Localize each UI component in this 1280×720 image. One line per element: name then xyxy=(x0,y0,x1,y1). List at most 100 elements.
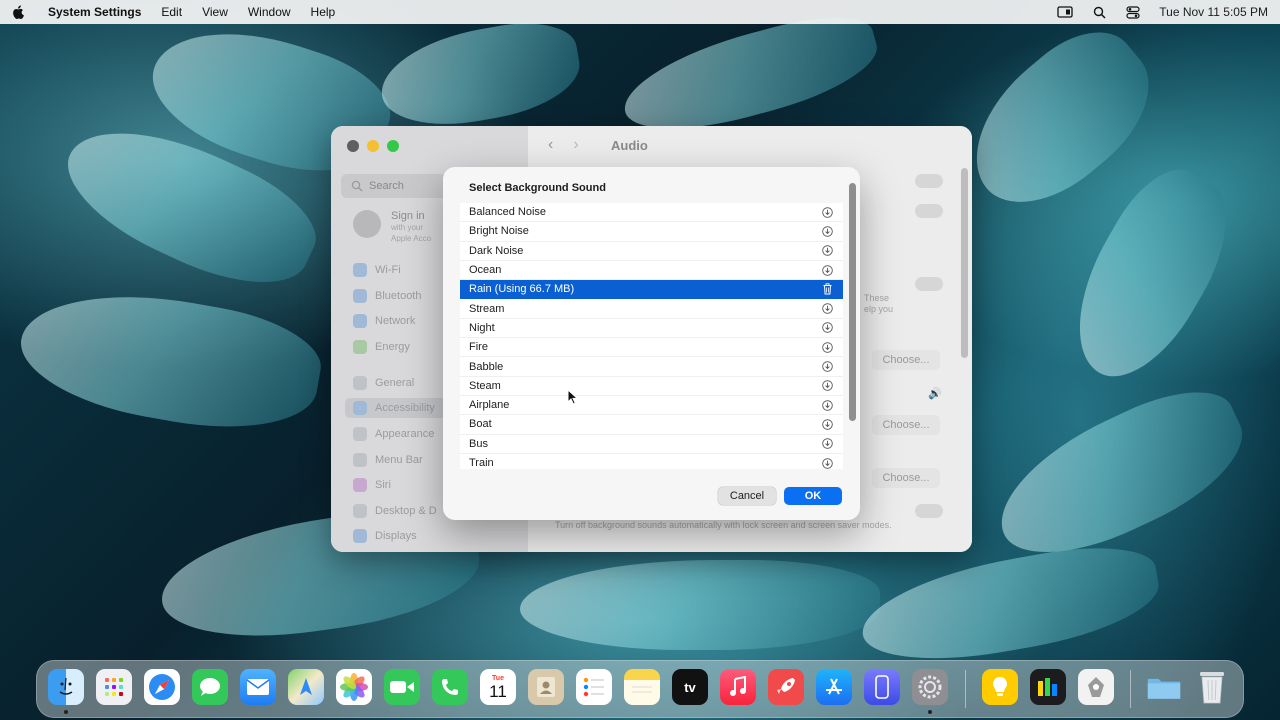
download-icon[interactable] xyxy=(821,380,833,392)
sound-name: Bright Noise xyxy=(469,225,529,238)
apple-tv-icon[interactable]: tv xyxy=(672,669,708,705)
sound-row-bus[interactable]: Bus xyxy=(460,435,843,454)
choose-button-2[interactable]: Choose... xyxy=(872,415,940,435)
app-store-icon[interactable] xyxy=(816,669,852,705)
system-settings-icon[interactable] xyxy=(912,669,948,705)
finder-icon[interactable] xyxy=(48,669,84,705)
sidebar-item-network[interactable]: Network xyxy=(353,314,415,328)
sidebar-sign-in[interactable]: Sign in with your Apple Acco xyxy=(353,210,431,244)
menu-view[interactable]: View xyxy=(202,5,228,19)
choose-button-1[interactable]: Choose... xyxy=(872,350,940,370)
download-icon[interactable] xyxy=(821,418,833,430)
sidebar-item-label: Menu Bar xyxy=(375,454,423,466)
sound-row-bright-noise[interactable]: Bright Noise xyxy=(460,222,843,242)
sound-name: Boat xyxy=(469,418,492,431)
sound-row-babble[interactable]: Babble xyxy=(460,357,843,377)
music-icon[interactable] xyxy=(720,669,756,705)
sound-name: Balanced Noise xyxy=(469,206,547,219)
sound-row-stream[interactable]: Stream xyxy=(460,299,843,319)
rocket-app-icon[interactable] xyxy=(768,669,804,705)
sound-row-ocean[interactable]: Ocean xyxy=(460,261,843,281)
toggle-3[interactable] xyxy=(915,277,943,291)
control-center-icon[interactable] xyxy=(1125,5,1141,19)
trash-icon[interactable] xyxy=(821,283,833,295)
download-icon[interactable] xyxy=(821,245,833,257)
download-icon[interactable] xyxy=(821,438,833,450)
contacts-icon[interactable] xyxy=(528,669,564,705)
safari-icon[interactable] xyxy=(144,669,180,705)
sound-row-balanced-noise[interactable]: Balanced Noise xyxy=(460,203,843,223)
sidebar-item-menu-bar[interactable]: Menu Bar xyxy=(353,453,423,467)
download-icon[interactable] xyxy=(821,206,833,218)
sound-row-fire[interactable]: Fire xyxy=(460,338,843,358)
download-icon[interactable] xyxy=(821,399,833,411)
ok-button[interactable]: OK xyxy=(784,487,842,505)
menu-edit[interactable]: Edit xyxy=(161,5,182,19)
downloads-folder-icon[interactable] xyxy=(1146,669,1182,705)
photos-icon[interactable] xyxy=(336,669,372,705)
menu-clock[interactable]: Tue Nov 11 5:05 PM xyxy=(1159,5,1268,19)
sidebar-item-bluetooth[interactable]: Bluetooth xyxy=(353,289,421,303)
sound-row-dark-noise[interactable]: Dark Noise xyxy=(460,242,843,261)
messages-icon[interactable] xyxy=(192,669,228,705)
tips-icon[interactable] xyxy=(982,669,1018,705)
download-icon[interactable] xyxy=(821,361,833,373)
download-icon[interactable] xyxy=(821,322,833,334)
sidebar-item-desktop[interactable]: Desktop & D xyxy=(353,504,437,518)
menu-app-name[interactable]: System Settings xyxy=(48,5,141,19)
grapher-icon[interactable] xyxy=(1030,669,1066,705)
sound-row-airplane[interactable]: Airplane xyxy=(460,396,843,416)
zoom-window-icon[interactable] xyxy=(387,140,399,152)
phone-icon[interactable] xyxy=(432,669,468,705)
network-icon xyxy=(353,314,367,328)
apple-logo-icon[interactable] xyxy=(12,5,26,19)
sidebar-item-label: Bluetooth xyxy=(375,290,422,302)
back-icon[interactable]: ‹ xyxy=(548,136,553,154)
close-window-icon[interactable] xyxy=(347,140,359,152)
sound-row-train[interactable]: Train xyxy=(460,454,843,469)
sidebar-item-siri[interactable]: Siri xyxy=(353,478,391,492)
displays-icon xyxy=(353,529,367,543)
sound-row-boat[interactable]: Boat xyxy=(460,415,843,435)
sound-row-steam[interactable]: Steam xyxy=(460,377,843,396)
mail-icon[interactable] xyxy=(240,669,276,705)
sound-row-rain[interactable]: Rain (Using 66.7 MB) xyxy=(460,280,843,300)
sidebar-item-displays[interactable]: Displays xyxy=(353,529,417,543)
trash-icon[interactable] xyxy=(1194,669,1230,705)
sidebar-item-general[interactable]: General xyxy=(353,376,414,390)
launchpad-icon[interactable] xyxy=(96,669,132,705)
toggle-1[interactable] xyxy=(915,174,943,188)
sidebar-item-appearance[interactable]: Appearance xyxy=(353,427,434,441)
notes-icon[interactable] xyxy=(624,669,660,705)
download-icon[interactable] xyxy=(821,264,833,276)
automator-icon[interactable] xyxy=(1078,669,1114,705)
spotlight-search-icon[interactable] xyxy=(1091,5,1107,19)
menu-window[interactable]: Window xyxy=(248,5,291,19)
download-icon[interactable] xyxy=(821,225,833,237)
sound-row-night[interactable]: Night xyxy=(460,319,843,339)
choose-button-3[interactable]: Choose... xyxy=(872,468,940,488)
sidebar-item-wifi[interactable]: Wi-Fi xyxy=(353,263,401,277)
menu-help[interactable]: Help xyxy=(311,5,336,19)
sound-name: Train xyxy=(469,457,494,469)
forward-icon[interactable]: › xyxy=(573,136,578,154)
list-scrollbar[interactable] xyxy=(849,183,856,421)
accessibility-icon xyxy=(353,401,367,415)
download-icon[interactable] xyxy=(821,457,833,469)
cancel-button[interactable]: Cancel xyxy=(718,487,776,505)
screen-mirroring-icon[interactable] xyxy=(1057,5,1073,19)
facetime-icon[interactable] xyxy=(384,669,420,705)
maps-icon[interactable] xyxy=(288,669,324,705)
settings-scrollbar[interactable] xyxy=(961,168,968,358)
toggle-2[interactable] xyxy=(915,204,943,218)
calendar-icon[interactable]: Tue 11 xyxy=(480,669,516,705)
toggle-4[interactable] xyxy=(915,504,943,518)
general-icon xyxy=(353,376,367,390)
iphone-mirroring-icon[interactable] xyxy=(864,669,900,705)
download-icon[interactable] xyxy=(821,341,833,353)
sidebar-item-energy[interactable]: Energy xyxy=(353,340,410,354)
download-icon[interactable] xyxy=(821,303,833,315)
reminders-icon[interactable] xyxy=(576,669,612,705)
sound-list[interactable]: Balanced Noise Bright Noise Dark Noise O… xyxy=(460,203,843,469)
minimize-window-icon[interactable] xyxy=(367,140,379,152)
